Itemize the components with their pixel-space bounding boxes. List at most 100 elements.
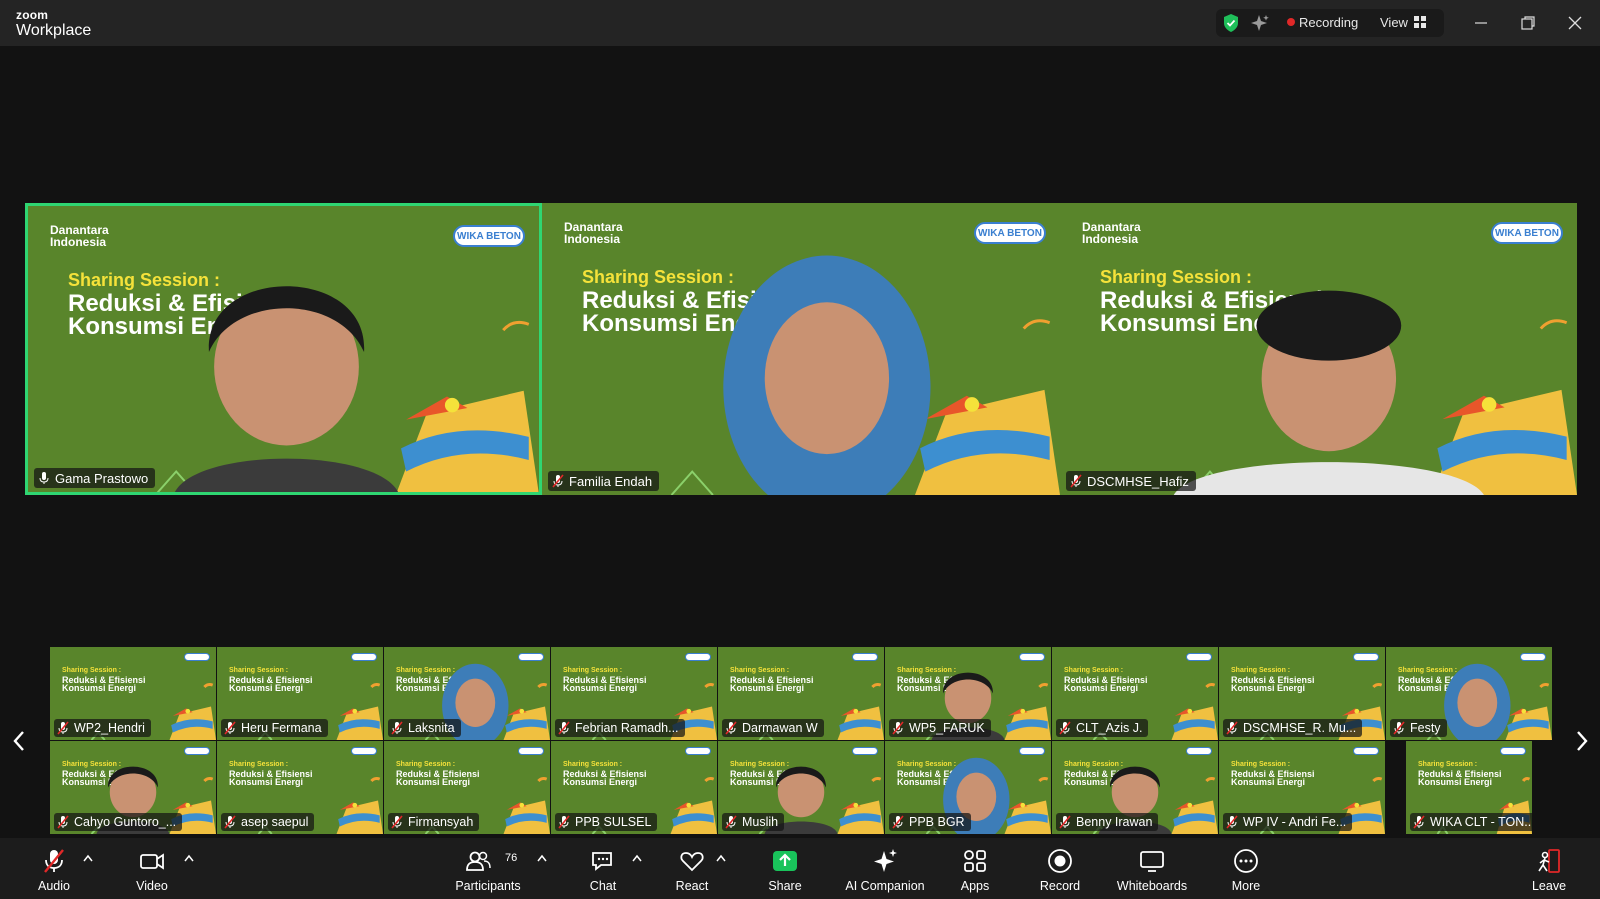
participant-name: PPB SULSEL — [575, 815, 652, 829]
minimize-icon[interactable] — [1470, 12, 1492, 34]
encryption-shield-icon[interactable] — [1222, 13, 1240, 33]
view-label[interactable]: View — [1380, 15, 1408, 30]
record-button[interactable]: Record — [1035, 838, 1085, 899]
participant-name: Benny Irawan — [1076, 815, 1153, 829]
muted-microphone-icon — [57, 815, 69, 829]
gallery-tile[interactable]: Sharing Session : Reduksi & Efisiensi Kons… — [1052, 741, 1218, 834]
audio-label: Audio — [38, 879, 70, 893]
gallery-tile[interactable]: Sharing Session : Reduksi & Efisiensi Kons… — [1219, 741, 1385, 834]
leave-button[interactable]: Leave — [1529, 838, 1569, 899]
wika-beton-logo — [685, 747, 711, 755]
more-button[interactable]: More — [1226, 838, 1266, 899]
slide-title-line2: Konsumsi Energi — [1418, 777, 1493, 787]
gallery-tile[interactable]: Sharing Session : Reduksi & Efisiensi Kons… — [1406, 741, 1532, 834]
participant-name: DSCMHSE_R. Mu... — [1243, 721, 1357, 735]
gallery-tile[interactable]: Sharing Session : Reduksi & Efisiensi Kons… — [217, 647, 383, 740]
slide-session-label: Sharing Session : — [229, 667, 289, 674]
muted-microphone-icon — [224, 721, 236, 735]
gallery-tile[interactable]: Sharing Session : Reduksi & Efisiensi Kons… — [551, 647, 717, 740]
muted-microphone-icon — [1393, 721, 1405, 735]
app-brand: zoom Workplace — [16, 9, 91, 39]
slide-title-line2: Konsumsi Energi — [229, 683, 304, 693]
whiteboards-button[interactable]: Whiteboards — [1110, 838, 1194, 899]
slide-session-label: Sharing Session : — [1231, 667, 1291, 674]
gallery-tile[interactable]: Sharing Session : Reduksi & Efisiensi Kons… — [384, 741, 550, 834]
participant-nameplate: Festy — [1390, 719, 1447, 737]
gallery-tile[interactable]: Sharing Session : Reduksi & Efisiensi Kons… — [551, 741, 717, 834]
participant-nameplate: Benny Irawan — [1056, 813, 1159, 831]
wika-beton-logo — [518, 747, 544, 755]
share-screen-icon — [773, 851, 797, 871]
participant-nameplate: PPB BGR — [889, 813, 971, 831]
gallery-tile[interactable]: Sharing Session : Reduksi & Efisiensi Kons… — [718, 647, 884, 740]
participant-nameplate: Firmansyah — [388, 813, 480, 831]
participants-button[interactable]: Participants — [450, 838, 526, 899]
chat-button[interactable]: Chat — [583, 838, 623, 899]
recording-label[interactable]: Recording — [1299, 15, 1358, 30]
close-icon[interactable] — [1564, 12, 1586, 34]
gallery-tile[interactable]: Sharing Session : Reduksi & Efisiensi Kons… — [1219, 647, 1385, 740]
grid-view-icon[interactable] — [1414, 16, 1426, 28]
wika-beton-logo — [685, 653, 711, 661]
chat-options-chevron-up-icon[interactable] — [632, 854, 642, 862]
participant-nameplate: WIKA CLT - TON... — [1410, 813, 1532, 831]
previous-page-icon[interactable] — [11, 730, 27, 752]
muted-microphone-icon — [1059, 721, 1071, 735]
participant-name: WP IV - Andri Fe... — [1243, 815, 1347, 829]
video-label: Video — [136, 879, 168, 893]
heart-icon — [680, 852, 704, 872]
participant-name: WIKA CLT - TON... — [1430, 815, 1532, 829]
participant-name: Festy — [1410, 721, 1441, 735]
slide-title-line2: Konsumsi Energi — [229, 777, 304, 787]
slide-title-line2: Konsumsi Energi — [730, 683, 805, 693]
slide-title-line2: Konsumsi Energi — [1231, 777, 1306, 787]
participant-name: WP5_FARUK — [909, 721, 985, 735]
share-button[interactable]: Share — [765, 838, 805, 899]
slide-session-label: Sharing Session : — [730, 667, 790, 674]
gallery-tile[interactable]: Sharing Session : Reduksi & Efisiensi Kons… — [50, 741, 216, 834]
chat-bubble-icon — [592, 852, 612, 871]
react-button[interactable]: React — [672, 838, 712, 899]
participant-name: Febrian Ramadh... — [575, 721, 679, 735]
gallery-tile[interactable]: Sharing Session : Reduksi & Efisiensi Kons… — [50, 647, 216, 740]
muted-microphone-icon — [558, 721, 570, 735]
muted-microphone-icon — [552, 474, 564, 488]
next-page-icon[interactable] — [1574, 730, 1590, 752]
share-label: Share — [768, 879, 802, 893]
participant-name: Firmansyah — [408, 815, 474, 829]
restore-icon[interactable] — [1517, 12, 1539, 34]
video-button[interactable]: Video — [132, 838, 172, 899]
audio-options-chevron-up-icon[interactable] — [83, 854, 93, 862]
participant-nameplate: Heru Fermana — [221, 719, 328, 737]
video-camera-icon — [140, 853, 164, 870]
gallery-tile[interactable]: Sharing Session : Reduksi & Efisiensi Kons… — [384, 647, 550, 740]
slide-title-line2: Konsumsi Energi — [396, 777, 471, 787]
participants-label: Participants — [455, 879, 521, 893]
apps-button[interactable]: Apps — [955, 838, 995, 899]
gallery-tile[interactable]: Sharing Session : Reduksi & Efisiensi Kons… — [718, 741, 884, 834]
ai-companion-sparkle-icon[interactable] — [1250, 13, 1270, 33]
speaker-tile[interactable]: Danantara Indonesia WIKA BETON Sharing Sess… — [1060, 203, 1577, 495]
gallery-tile[interactable]: Sharing Session : Reduksi & Efisiensi Kons… — [217, 741, 383, 834]
muted-microphone-icon — [1226, 721, 1238, 735]
gallery-tile[interactable]: Sharing Session : Reduksi & Efisiensi Kons… — [885, 741, 1051, 834]
gallery-tile[interactable]: Sharing Session : Reduksi & Efisiensi Kons… — [1386, 647, 1552, 740]
record-label: Record — [1039, 879, 1081, 893]
muted-microphone-icon — [558, 815, 570, 829]
video-options-chevron-up-icon[interactable] — [184, 854, 194, 862]
audio-button[interactable]: Audio — [34, 838, 74, 899]
ai-sparkle-icon — [874, 849, 897, 872]
gallery-tile[interactable]: Sharing Session : Reduksi & Efisiensi Kons… — [885, 647, 1051, 740]
speaker-tile[interactable]: Danantara Indonesia WIKA BETON Sharing Sess… — [25, 203, 542, 495]
speaker-tile[interactable]: Danantara Indonesia WIKA BETON Sharing Sess… — [542, 203, 1060, 495]
gallery-tile[interactable]: Sharing Session : Reduksi & Efisiensi Kons… — [1052, 647, 1218, 740]
ai-companion-button[interactable]: AI Companion — [840, 838, 930, 899]
participant-name: WP2_Hendri — [74, 721, 145, 735]
participant-nameplate: PPB SULSEL — [555, 813, 658, 831]
record-icon — [1048, 849, 1072, 873]
participants-options-chevron-up-icon[interactable] — [537, 854, 547, 862]
react-options-chevron-up-icon[interactable] — [716, 854, 726, 862]
wika-beton-logo — [351, 653, 377, 661]
participant-nameplate: Muslih — [722, 813, 785, 831]
muted-microphone-icon — [391, 815, 403, 829]
